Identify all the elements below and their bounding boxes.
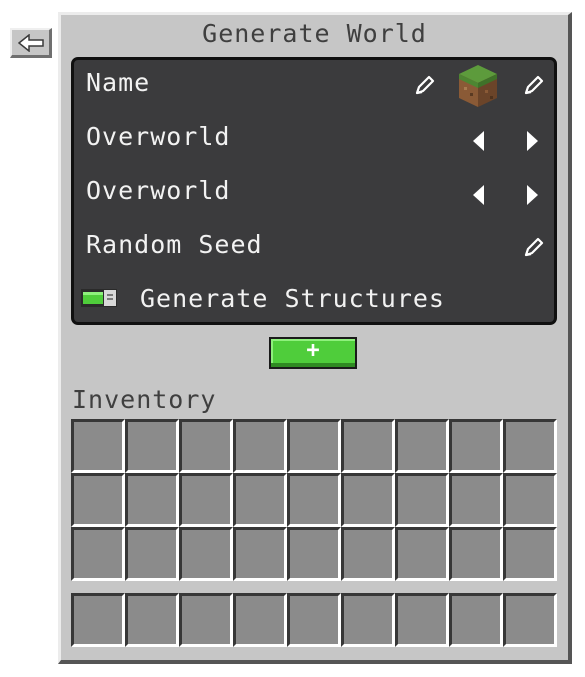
inventory-slot[interactable] <box>71 419 125 473</box>
dimension-1-value: Overworld <box>86 122 231 151</box>
inventory-slot[interactable] <box>449 527 503 581</box>
inventory-slot[interactable] <box>449 473 503 527</box>
structures-row: Generate Structures <box>74 276 554 330</box>
inventory-slot[interactable] <box>395 527 449 581</box>
edit-seed-pencil-icon[interactable] <box>522 235 546 259</box>
inventory-slot[interactable] <box>233 527 287 581</box>
inventory-slot[interactable] <box>233 473 287 527</box>
inventory-slot[interactable] <box>341 473 395 527</box>
hotbar-slot[interactable] <box>179 593 233 647</box>
hotbar-slot[interactable] <box>125 593 179 647</box>
dimension-2-value: Overworld <box>86 176 231 205</box>
seed-row: Random Seed <box>74 222 554 276</box>
inventory-slot[interactable] <box>341 527 395 581</box>
inventory-slot[interactable] <box>287 419 341 473</box>
inventory-slot[interactable] <box>503 473 557 527</box>
inventory-slot[interactable] <box>71 527 125 581</box>
dimension-row-1: Overworld <box>74 114 554 168</box>
dimension-1-next-arrow-icon[interactable] <box>524 130 540 152</box>
inventory-slot[interactable] <box>125 419 179 473</box>
hotbar-grid <box>71 593 557 647</box>
arrow-left-icon <box>17 33 44 52</box>
inventory-label: Inventory <box>72 385 217 414</box>
dimension-2-prev-arrow-icon[interactable] <box>471 184 487 206</box>
inventory-slot[interactable] <box>125 473 179 527</box>
inventory-slot[interactable] <box>179 419 233 473</box>
structures-toggle[interactable] <box>80 288 118 308</box>
name-row: Name <box>74 60 554 114</box>
inventory-slot[interactable] <box>503 419 557 473</box>
inventory-slot[interactable] <box>125 527 179 581</box>
hotbar-slot[interactable] <box>503 593 557 647</box>
generate-world-panel: Generate World Name Overworld Overworld … <box>58 12 572 664</box>
hotbar-slot[interactable] <box>449 593 503 647</box>
world-settings-box: Name Overworld Overworld Random Seed Gen… <box>71 57 557 325</box>
structures-label: Generate Structures <box>140 284 445 313</box>
dimension-row-2: Overworld <box>74 168 554 222</box>
inventory-slot[interactable] <box>395 419 449 473</box>
inventory-slot[interactable] <box>341 419 395 473</box>
hotbar-slot[interactable] <box>287 593 341 647</box>
inventory-slot[interactable] <box>71 473 125 527</box>
grass-block-icon <box>459 65 497 107</box>
hotbar-slot[interactable] <box>233 593 287 647</box>
add-button[interactable]: + <box>269 337 357 369</box>
inventory-slot[interactable] <box>233 419 287 473</box>
edit-name-pencil-icon[interactable] <box>413 73 437 97</box>
name-label: Name <box>86 68 151 97</box>
inventory-slot[interactable] <box>179 473 233 527</box>
dimension-2-next-arrow-icon[interactable] <box>524 184 540 206</box>
page-title: Generate World <box>202 19 427 48</box>
inventory-slot[interactable] <box>395 473 449 527</box>
inventory-slot[interactable] <box>503 527 557 581</box>
inventory-slot[interactable] <box>179 527 233 581</box>
seed-label: Random Seed <box>86 230 263 259</box>
edit-world-icon-pencil-icon[interactable] <box>522 73 546 97</box>
inventory-slot[interactable] <box>449 419 503 473</box>
inventory-slot[interactable] <box>287 473 341 527</box>
hotbar-slot[interactable] <box>395 593 449 647</box>
back-button[interactable] <box>10 28 52 58</box>
inventory-slot[interactable] <box>287 527 341 581</box>
hotbar-slot[interactable] <box>71 593 125 647</box>
inventory-grid <box>71 419 557 581</box>
hotbar-slot[interactable] <box>341 593 395 647</box>
dimension-1-prev-arrow-icon[interactable] <box>471 130 487 152</box>
